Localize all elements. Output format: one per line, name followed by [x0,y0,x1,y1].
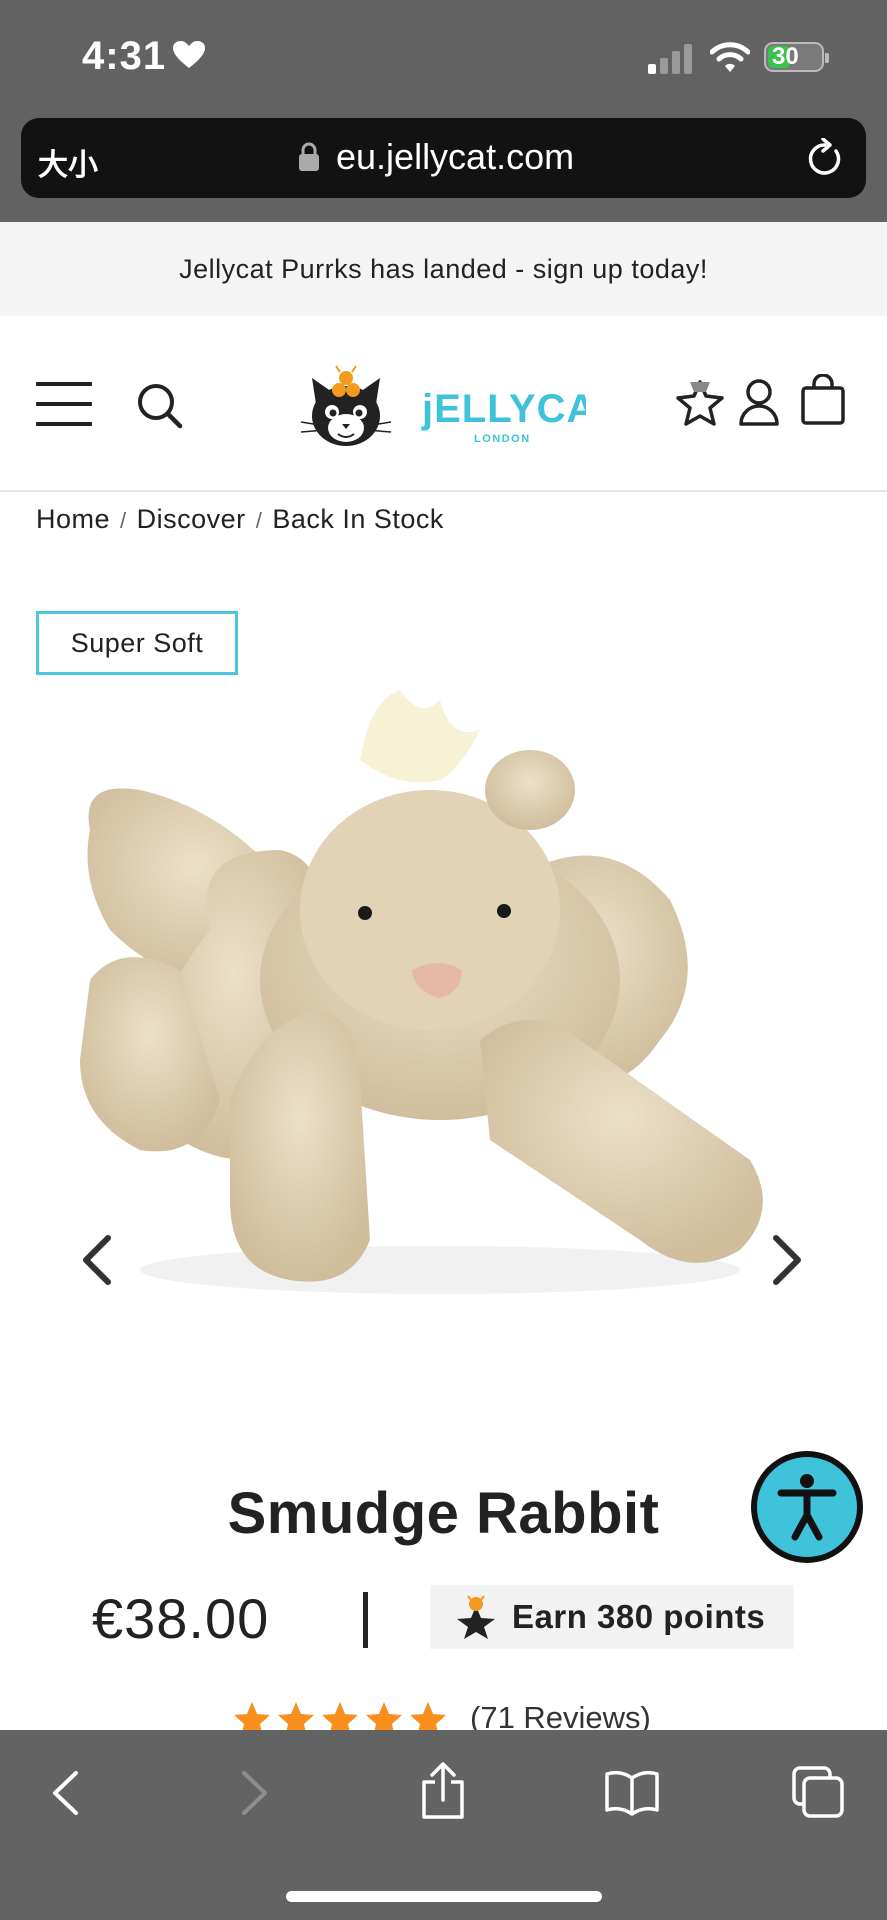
logo-subtext: LONDON [474,433,531,445]
battery-indicator: 30 [764,42,829,72]
breadcrumb-home[interactable]: Home [36,504,110,534]
points-star-icon [457,1595,495,1639]
bookmarks-icon[interactable] [604,1770,660,1816]
wifi-icon [710,42,750,72]
status-time: 4:31 [82,34,167,78]
signal-icon [648,44,692,74]
account-icon[interactable] [738,378,780,426]
wishlist-star-icon[interactable] [676,378,724,428]
logo-wordmark: jELLYCAT [421,387,586,431]
breadcrumb-back-in-stock[interactable]: Back In Stock [272,504,444,534]
price-divider [363,1592,368,1648]
share-icon[interactable] [420,1762,466,1820]
product-badge: Super Soft [36,611,238,675]
url-text[interactable]: eu.jellycat.com [336,136,574,178]
accessibility-button[interactable] [751,1451,863,1563]
promo-banner[interactable]: Jellycat Purrks has landed - sign up tod… [0,222,887,316]
accessibility-icon [777,1474,837,1541]
lock-icon [299,142,319,171]
home-indicator[interactable] [286,1891,602,1902]
bag-icon[interactable] [800,374,846,426]
reload-icon[interactable] [806,138,844,178]
menu-icon[interactable] [36,382,92,426]
breadcrumb-discover[interactable]: Discover [137,504,246,534]
product-price: €38.00 [92,1587,270,1650]
jellycat-logo[interactable]: jELLYCAT LONDON [296,356,586,456]
tabs-icon[interactable] [792,1766,844,1818]
text-size-button[interactable]: 大小 [38,140,98,184]
heart-icon [173,41,205,68]
product-image[interactable] [60,680,820,1320]
breadcrumb: Home / Discover / Back In Stock [36,504,444,534]
back-icon[interactable] [50,1770,80,1816]
chevron-right-icon[interactable] [770,1234,804,1286]
chevron-left-icon[interactable] [80,1234,114,1286]
points-label: Earn 380 points [512,1598,766,1635]
search-icon[interactable] [136,382,184,430]
battery-level: 30 [772,43,799,70]
points-badge[interactable]: Earn 380 points [430,1585,794,1649]
forward-icon[interactable] [240,1770,270,1816]
